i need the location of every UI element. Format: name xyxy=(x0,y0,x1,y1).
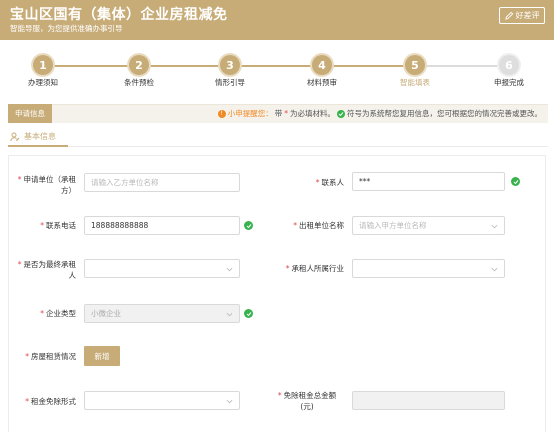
contact-input[interactable]: *** xyxy=(352,172,505,191)
check-circle-icon xyxy=(511,177,520,186)
warning-icon: ! xyxy=(217,109,226,118)
info-tag: 申请信息 xyxy=(8,104,52,123)
exemption-form-label: * 租金免除形式 xyxy=(25,397,76,406)
review-button-label: 好差评 xyxy=(515,11,540,20)
step-connector-pending xyxy=(415,65,509,67)
final-tenant-label: * 是否为最终承租 人 xyxy=(17,260,76,280)
section-title-text: 基本信息 xyxy=(24,132,56,141)
step-6-circle: 6 xyxy=(499,55,519,75)
lessor-input[interactable]: 请输入甲方单位名称 xyxy=(352,216,505,235)
notice-part-2: 为必填材料。 xyxy=(290,109,335,118)
page-header: 宝山区国有（集体）企业房租减免 智能导服，为您提供准确办事引导 好差评 xyxy=(0,0,554,40)
industry-label: * 承租人所属行业 xyxy=(285,264,344,273)
step-5-label: 智能填表 xyxy=(400,78,430,87)
user-edit-icon xyxy=(10,132,20,141)
applicant-input[interactable]: 请输入乙方单位名称 xyxy=(84,173,240,192)
notice-text: ! 小申提醒您： 带 * 为必填材料。 符号为系统帮您复用信息，您可根据您的情况完善… xyxy=(217,108,542,119)
add-rental-button[interactable]: 新增 xyxy=(84,346,120,366)
applicant-label: * 申请单位（承租 方） xyxy=(17,175,76,195)
company-type-select: 小微企业 xyxy=(84,304,240,323)
total-amount-input xyxy=(352,391,505,410)
phone-input[interactable]: 188888888888 xyxy=(84,216,240,235)
company-type-label: * 企业类型 xyxy=(40,309,76,318)
step-3-circle: 3 xyxy=(220,55,240,75)
chevron-down-icon xyxy=(226,399,233,404)
chevron-down-icon xyxy=(226,267,233,272)
step-6-label: 申报完成 xyxy=(494,78,524,87)
step-4-circle: 4 xyxy=(312,55,332,75)
contact-label: * 联系人 xyxy=(315,178,344,187)
step-2-label: 条件预检 xyxy=(124,78,154,87)
exemption-form-select[interactable] xyxy=(84,391,240,410)
step-2-circle: 2 xyxy=(129,55,149,75)
check-circle-icon xyxy=(244,309,253,318)
chevron-down-icon xyxy=(491,224,498,229)
review-button[interactable]: 好差评 xyxy=(499,7,545,24)
step-5-circle: 5 xyxy=(405,55,425,75)
lessor-input-placeholder: 请输入甲方单位名称 xyxy=(359,221,427,230)
check-circle-icon xyxy=(244,221,253,230)
phone-label: * 联系电话 xyxy=(40,221,76,230)
lessor-label: * 出租单位名称 xyxy=(293,221,344,230)
step-4-label: 材料预审 xyxy=(307,78,337,87)
notice-part-1: 带 xyxy=(274,109,283,118)
edit-icon xyxy=(504,11,513,20)
chevron-down-icon xyxy=(226,312,233,317)
step-1-circle: 1 xyxy=(33,55,53,75)
final-tenant-select[interactable] xyxy=(84,259,240,278)
section-divider-accent xyxy=(8,145,68,147)
total-amount-label: * 免除租金总金额 (元) xyxy=(277,391,337,411)
info-bar: 申请信息 ! 小申提醒您： 带 * 为必填材料。 符号为系统帮您复用信息，您可根据您… xyxy=(8,104,548,123)
step-1-label: 办理须知 xyxy=(28,78,58,87)
industry-select[interactable] xyxy=(352,259,505,278)
progress-steps: 1 办理须知 2 条件预检 3 情形引导 4 材料预审 5 智能填表 6 申报完… xyxy=(0,40,554,92)
notice-title: 小申提醒您： xyxy=(227,109,273,118)
page-subtitle: 智能导服，为您提供准确办事引导 xyxy=(10,24,123,33)
section-title: 基本信息 xyxy=(10,131,56,142)
chevron-down-icon xyxy=(491,267,498,272)
step-connector xyxy=(43,65,455,67)
step-3-label: 情形引导 xyxy=(215,78,245,87)
required-star: * xyxy=(284,109,288,118)
page-title: 宝山区国有（集体）企业房租减免 xyxy=(10,7,228,23)
section-divider xyxy=(8,146,548,147)
notice-part-3: 符号为系统帮您复用信息，您可根据您的情况完善或更改。 xyxy=(347,109,542,118)
check-circle-icon xyxy=(337,109,345,118)
company-type-value: 小微企业 xyxy=(91,309,121,318)
rental-label: * 房屋租赁情况 xyxy=(25,352,76,361)
